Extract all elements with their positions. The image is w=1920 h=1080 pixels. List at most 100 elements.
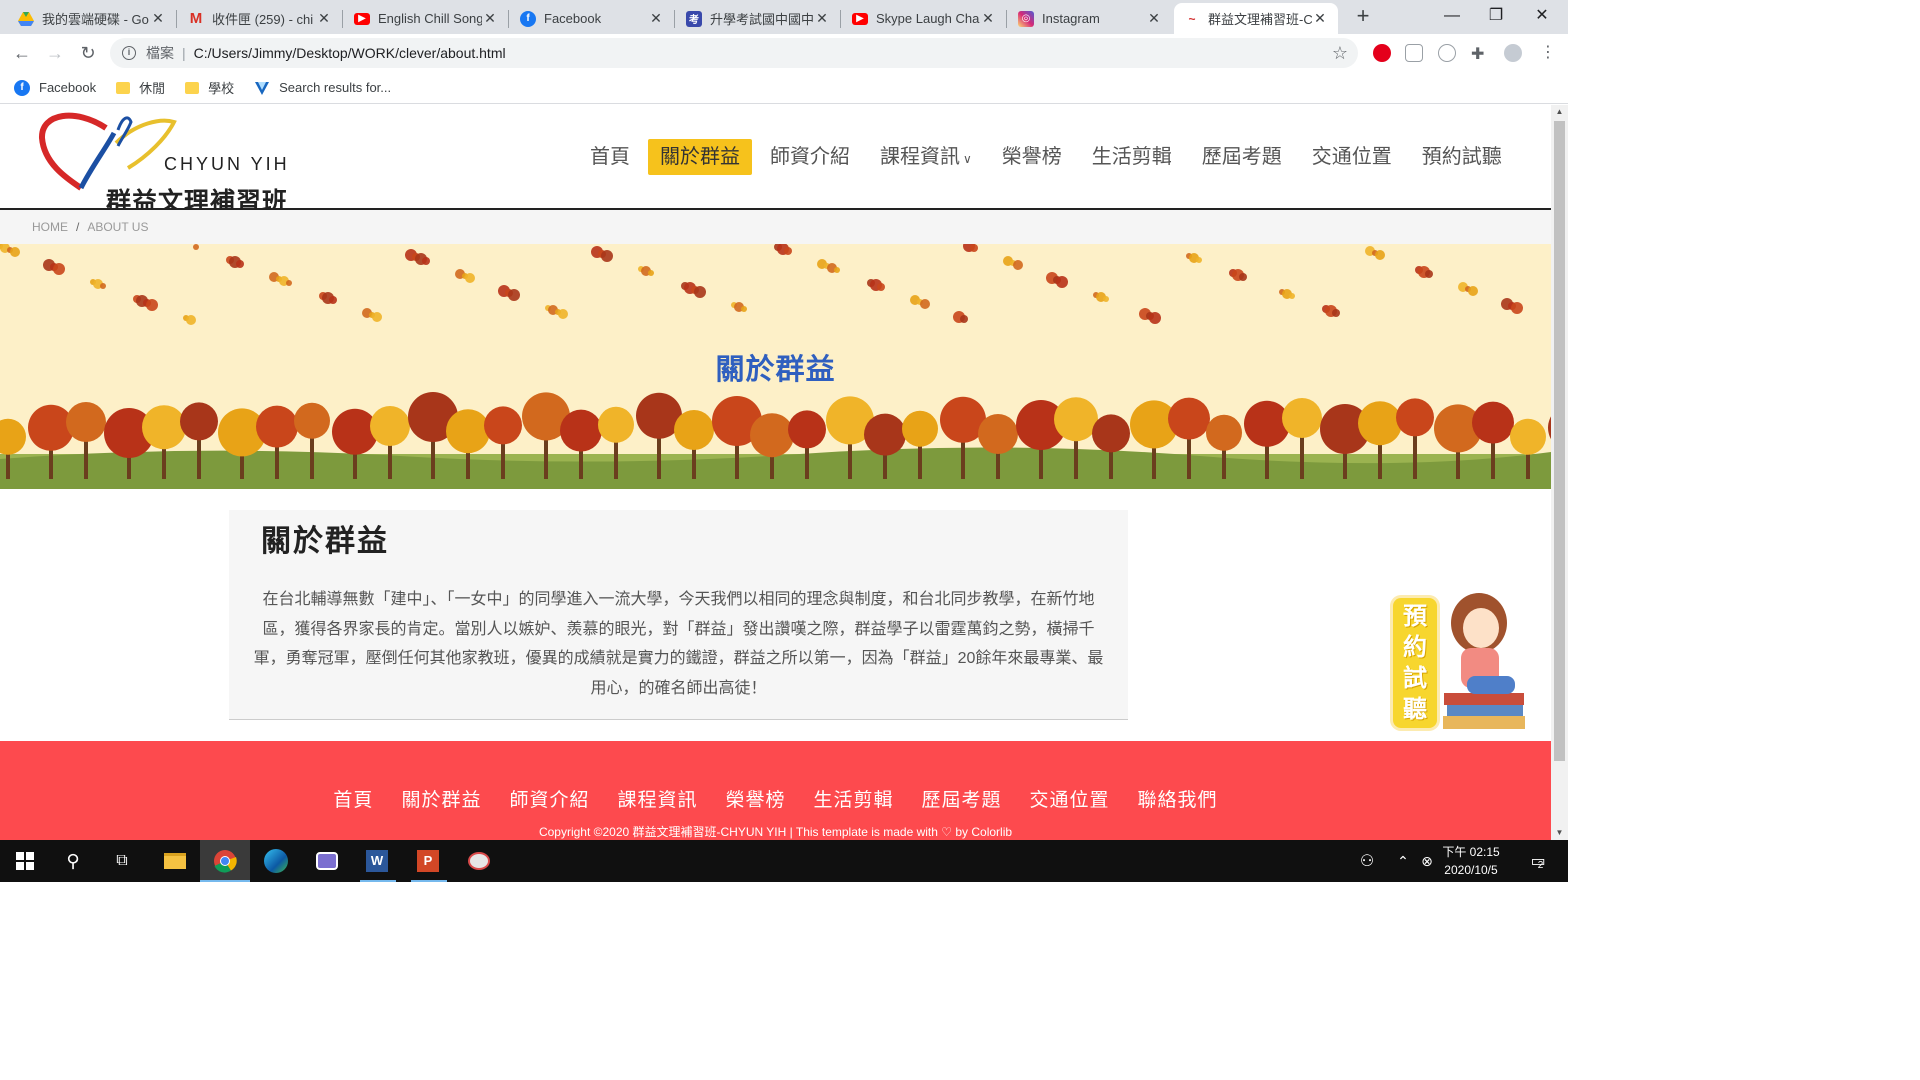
gmail-icon: M: [189, 10, 203, 27]
profile-avatar-icon[interactable]: [1504, 44, 1522, 62]
people-icon[interactable]: ⚇: [1352, 846, 1382, 876]
chevron-down-icon: ∨: [963, 152, 972, 166]
paint-icon[interactable]: [464, 846, 494, 876]
nav-trial[interactable]: 預約試聽: [1410, 139, 1514, 175]
page-viewport: CHYUN YIH 群益文理補習班 首頁 關於群益 師資介紹 課程資訊 ∨ 榮譽榜…: [0, 105, 1551, 840]
nav-about[interactable]: 關於群益: [648, 139, 752, 175]
instagram-icon: ◎: [1018, 10, 1034, 27]
chrome-icon[interactable]: [210, 846, 240, 876]
scroll-down-arrow-icon[interactable]: ▼: [1551, 826, 1568, 840]
opera-adblock-icon[interactable]: [1373, 44, 1391, 62]
tab-facebook[interactable]: f Facebook ✕: [510, 3, 674, 34]
breadcrumb-current: ABOUT US: [87, 220, 149, 234]
nav-home[interactable]: 首頁: [578, 139, 642, 175]
trial-badge[interactable]: 預 約 試 聽: [1393, 598, 1437, 728]
word-icon[interactable]: W: [362, 846, 392, 876]
tab-gmail[interactable]: M 收件匣 (259) - chi ✕: [178, 3, 342, 34]
tab-youtube-chill[interactable]: ▶ English Chill Song ✕: [344, 3, 508, 34]
close-icon[interactable]: ✕: [482, 10, 498, 27]
footer-link-contact[interactable]: 聯絡我們: [1138, 785, 1218, 812]
tab-youtube-skype[interactable]: ▶ Skype Laugh Cha ✕: [842, 3, 1006, 34]
site-logo[interactable]: CHYUN YIH 群益文理補習班: [36, 108, 296, 216]
vuetify-icon: [254, 80, 270, 96]
extension-icon[interactable]: [1405, 44, 1423, 62]
edge-icon[interactable]: [261, 846, 291, 876]
footer-link-courses[interactable]: 課程資訊: [617, 785, 697, 812]
breadcrumb-home[interactable]: HOME: [32, 220, 68, 234]
copyright-text: Copyright ©2020 群益文理補習班-CHYUN YIH | This…: [538, 825, 1013, 839]
search-icon[interactable]: ⚲: [58, 846, 88, 876]
footer-link-honor[interactable]: 榮譽榜: [725, 785, 785, 812]
nav-courses[interactable]: 課程資訊 ∨: [868, 139, 984, 175]
minimize-button[interactable]: —: [1430, 4, 1474, 28]
extension-icon[interactable]: [1438, 44, 1456, 62]
address-bar[interactable]: i 檔案 | C:/Users/Jimmy/Desktop/WORK/cleve…: [110, 38, 1358, 68]
powerpoint-icon[interactable]: P: [413, 846, 443, 876]
bookmark-facebook[interactable]: f Facebook: [14, 79, 96, 96]
footer-link-life[interactable]: 生活剪輯: [814, 785, 894, 812]
windows-start-icon[interactable]: [10, 846, 40, 876]
folder-icon: [116, 81, 131, 94]
tab-active-site[interactable]: ~ 群益文理補習班-C ✕: [1174, 3, 1338, 34]
footer-link-teachers[interactable]: 師資介紹: [509, 785, 589, 812]
new-tab-button[interactable]: +: [1352, 5, 1374, 28]
nav-honor[interactable]: 榮譽榜: [990, 139, 1074, 175]
youtube-icon: ▶: [852, 12, 868, 25]
site-logo-icon: ~: [1188, 11, 1196, 26]
snip-sketch-icon[interactable]: [312, 846, 342, 876]
file-explorer-icon[interactable]: [160, 846, 190, 876]
bookmark-search-results[interactable]: Search results for...: [254, 80, 391, 96]
site-icon: 考: [686, 10, 702, 27]
about-section: 關於群益 在台北輔導無數「建中」、「一女中」的同學進入一流大學，今天我們以相同的…: [229, 510, 1128, 720]
bookmark-folder-leisure[interactable]: 休閒: [116, 78, 165, 97]
puzzle-extensions-icon[interactable]: ✚: [1471, 44, 1489, 63]
tab-exam[interactable]: 考 升學考試國中國中 ✕: [676, 3, 840, 34]
back-arrow-icon[interactable]: ←: [11, 42, 33, 64]
nav-life[interactable]: 生活剪輯: [1080, 139, 1184, 175]
footer-nav: 首頁 關於群益 師資介紹 課程資訊 榮譽榜 生活剪輯 歷屆考題 交通位置 聯絡我…: [0, 785, 1551, 812]
close-icon[interactable]: ✕: [316, 10, 332, 27]
footer-link-location[interactable]: 交通位置: [1030, 785, 1110, 812]
tab-instagram[interactable]: ◎ Instagram ✕: [1008, 3, 1172, 34]
facebook-icon: f: [520, 10, 536, 27]
close-icon[interactable]: ✕: [150, 10, 166, 27]
close-icon[interactable]: ✕: [980, 10, 996, 27]
footer-link-past-exams[interactable]: 歷屆考題: [922, 785, 1002, 812]
restore-button[interactable]: ❐: [1474, 4, 1518, 28]
google-drive-icon: [18, 11, 34, 27]
bookmark-folder-school[interactable]: 學校: [185, 78, 234, 97]
menu-kebab-icon[interactable]: ⋮: [1537, 42, 1559, 64]
close-icon[interactable]: ✕: [814, 10, 830, 27]
close-icon[interactable]: ✕: [1312, 10, 1328, 27]
nav-teachers[interactable]: 師資介紹: [758, 139, 862, 175]
bookmarks-bar: f Facebook 休閒 學校 Search results for...: [0, 72, 1568, 104]
notification-center-icon[interactable]: ▭ 2: [1522, 846, 1552, 876]
footer-link-home[interactable]: 首頁: [333, 785, 373, 812]
scroll-thumb[interactable]: [1554, 121, 1565, 761]
task-view-icon[interactable]: ⧉: [107, 846, 137, 876]
tab-google-drive[interactable]: 我的雲端硬碟 - Go ✕: [8, 3, 176, 34]
info-icon[interactable]: i: [122, 46, 136, 60]
footer-link-about[interactable]: 關於群益: [401, 785, 481, 812]
url-text[interactable]: C:/Users/Jimmy/Desktop/WORK/clever/about…: [194, 45, 1332, 61]
scroll-up-arrow-icon[interactable]: ▲: [1551, 105, 1568, 119]
breadcrumb: HOME / ABOUT US: [0, 210, 1551, 244]
reload-icon[interactable]: ↻: [77, 42, 99, 64]
site-header: CHYUN YIH 群益文理補習班 首頁 關於群益 師資介紹 課程資訊 ∨ 榮譽榜…: [0, 105, 1551, 216]
reading-girl-illustration: [1443, 593, 1525, 729]
about-text: 在台北輔導無數「建中」、「一女中」的同學進入一流大學，今天我們以相同的理念與制度…: [253, 591, 1104, 697]
windows-taskbar: ⚲ ⧉ W P ⚇ ⌃ ⊗ 下午 02:15 2020/10/5 ▭ 2: [0, 840, 1568, 882]
bookmark-star-icon[interactable]: ☆: [1332, 43, 1348, 64]
page-scrollbar[interactable]: ▲ ▼: [1551, 105, 1568, 840]
floating-trial-button[interactable]: 預 約 試 聽: [1389, 588, 1529, 738]
close-icon[interactable]: ✕: [648, 10, 664, 27]
logo-english: CHYUN YIH: [164, 154, 290, 174]
nav-location[interactable]: 交通位置: [1300, 139, 1404, 175]
system-clock[interactable]: 下午 02:15 2020/10/5: [1436, 843, 1506, 879]
window-close-button[interactable]: ✕: [1520, 4, 1564, 28]
browser-toolbar: ← → ↻ i 檔案 | C:/Users/Jimmy/Desktop/WORK…: [0, 34, 1568, 72]
forward-arrow-icon[interactable]: →: [44, 42, 66, 64]
nav-past-exams[interactable]: 歷屆考題: [1190, 139, 1294, 175]
tab-strip: 我的雲端硬碟 - Go ✕ M 收件匣 (259) - chi ✕ ▶ Engl…: [0, 0, 1568, 34]
close-icon[interactable]: ✕: [1146, 10, 1162, 27]
